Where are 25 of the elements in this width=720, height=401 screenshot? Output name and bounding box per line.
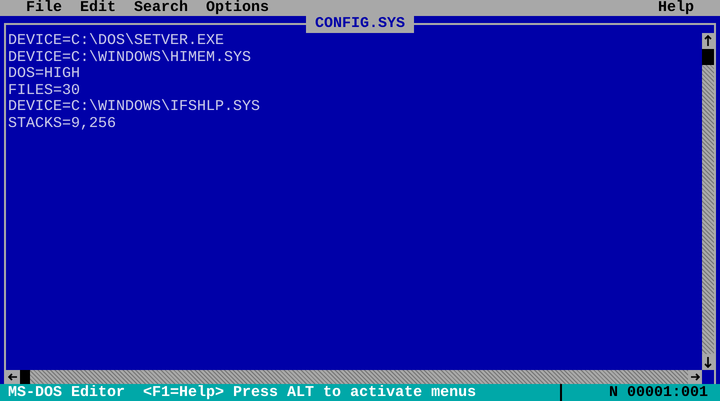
window-title: CONFIG.SYS <box>306 15 414 33</box>
menu-item[interactable]: Search <box>134 0 188 16</box>
menu-item[interactable]: Help <box>658 0 694 16</box>
text-area[interactable]: DEVICE=C:\DOS\SETVER.EXE DEVICE=C:\WINDOWS\HIMEM.SYS DOS=HIGH FILES=30 DEVICE=C:\WINDOWS\IFSHLP.SYS STACKS=9,256 <box>6 33 702 370</box>
code-line: DEVICE=C:\WINDOWS\IFSHLP.SYS <box>8 99 262 116</box>
up-arrow-icon[interactable] <box>703 35 713 47</box>
vertical-scrollbar[interactable] <box>702 33 714 370</box>
horizontal-scrollbar[interactable] <box>6 370 702 384</box>
mode-indicator: N <box>608 384 618 400</box>
right-arrow-icon[interactable] <box>690 371 700 383</box>
code-line: FILES=30 <box>8 82 82 99</box>
app-name: MS-DOS Editor <box>8 384 126 400</box>
menu-item[interactable]: File <box>26 0 62 16</box>
cursor-position: 00001:001 <box>626 384 708 400</box>
code-line: DOS=HIGH <box>8 66 82 82</box>
scroll-thumb[interactable] <box>702 49 714 65</box>
scroll-thumb[interactable] <box>20 370 30 384</box>
code-line: STACKS=9,256 <box>8 116 118 132</box>
menu-item[interactable]: Options <box>206 0 270 16</box>
code-line: DEVICE=C:\DOS\SETVER.EXE <box>8 33 226 50</box>
left-arrow-icon[interactable] <box>8 371 18 383</box>
down-arrow-icon[interactable] <box>703 356 713 368</box>
code-line: DEVICE=C:\WINDOWS\HIMEM.SYS <box>8 50 252 66</box>
menu-item[interactable]: Edit <box>80 0 116 16</box>
status-hint: <F1=Help> Press ALT to activate menus <box>143 384 476 400</box>
